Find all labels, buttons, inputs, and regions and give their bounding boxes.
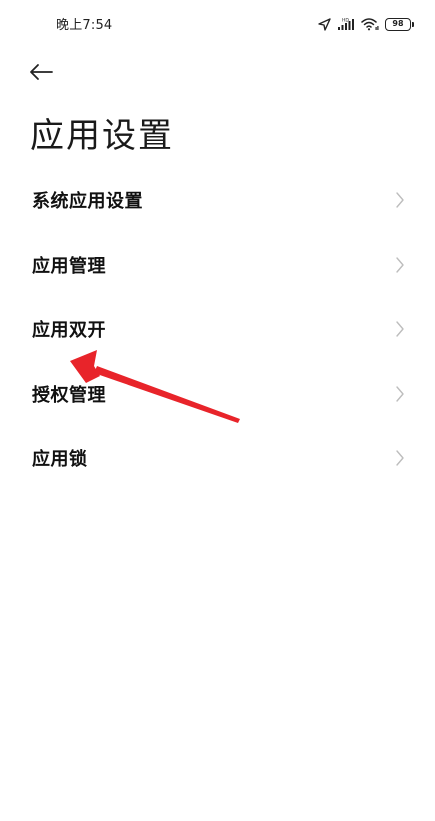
menu-item-system-app-settings[interactable]: 系统应用设置: [0, 168, 435, 233]
battery-icon: 98: [385, 17, 414, 31]
menu-item-label: 授权管理: [32, 384, 106, 406]
chevron-right-icon: [396, 192, 404, 208]
svg-text:HD: HD: [342, 18, 349, 24]
menu-item-app-management[interactable]: 应用管理: [0, 233, 435, 298]
location-icon: [318, 17, 331, 31]
menu-item-permissions[interactable]: 授权管理: [0, 362, 435, 427]
wifi-icon: [361, 18, 379, 31]
status-time: 晚上7:54: [56, 18, 113, 33]
menu-item-label: 应用双开: [32, 320, 106, 342]
menu-item-dual-apps[interactable]: 应用双开: [0, 297, 435, 362]
signal-icon: HD: [338, 18, 354, 30]
battery-level: 98: [392, 19, 404, 28]
menu-item-app-lock[interactable]: 应用锁: [0, 426, 435, 491]
menu-item-label: 应用管理: [32, 255, 106, 277]
back-arrow-icon: [30, 64, 53, 80]
chevron-right-icon: [396, 321, 404, 337]
menu-item-label: 应用锁: [32, 449, 88, 471]
back-button[interactable]: [28, 58, 60, 86]
chevron-right-icon: [396, 386, 404, 402]
chevron-right-icon: [396, 450, 404, 466]
settings-menu: 系统应用设置 应用管理 应用双开 授权管理 应用锁: [0, 168, 435, 491]
status-bar: 晚上7:54 HD 98: [0, 0, 435, 48]
page-title: 应用设置: [30, 116, 174, 156]
chevron-right-icon: [396, 257, 404, 273]
menu-item-label: 系统应用设置: [32, 191, 143, 213]
status-icons: HD 98: [318, 14, 414, 34]
